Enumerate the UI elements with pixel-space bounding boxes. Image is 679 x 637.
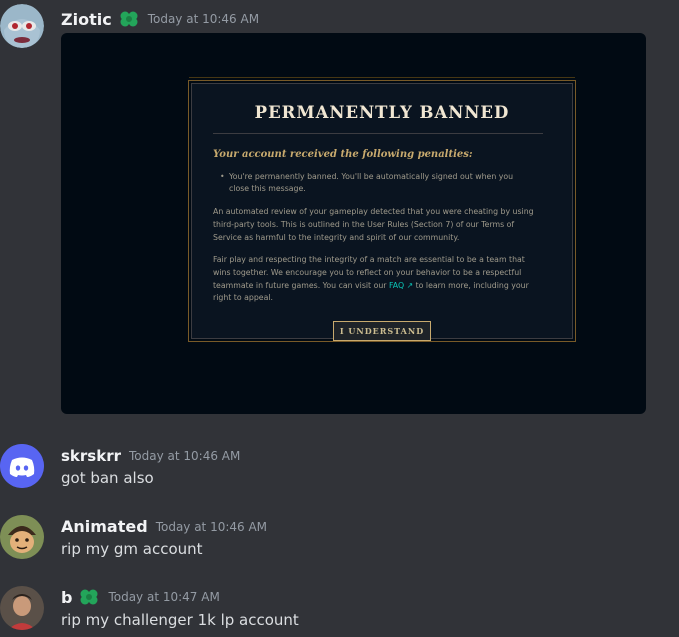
animated-avatar bbox=[0, 515, 44, 559]
penalty-bullet: • You're permanently banned. You'll be a… bbox=[220, 171, 549, 195]
timestamp[interactable]: Today at 10:46 AM bbox=[156, 520, 267, 534]
user-avatar-b[interactable] bbox=[0, 586, 44, 630]
user-avatar-animated[interactable] bbox=[0, 515, 44, 559]
message-b: b Today at 10:47 AM rip my challenger 1k… bbox=[0, 582, 679, 637]
explanation-paragraph: An automated review of your gameplay det… bbox=[213, 206, 549, 244]
faq-link: FAQ ↗ bbox=[389, 280, 414, 290]
b-avatar bbox=[0, 586, 44, 630]
paragraph-line: wins together. We encourage you to refle… bbox=[213, 267, 522, 277]
message-animated: Animated Today at 10:46 AM rip my gm acc… bbox=[0, 511, 679, 571]
ziotic-avatar bbox=[0, 4, 44, 48]
username[interactable]: Animated bbox=[61, 517, 148, 536]
message-text: rip my challenger 1k lp account bbox=[61, 611, 299, 629]
timestamp[interactable]: Today at 10:46 AM bbox=[129, 449, 240, 463]
bullet-line: close this message. bbox=[229, 184, 306, 193]
green-badge-icon[interactable] bbox=[78, 586, 100, 608]
timestamp[interactable]: Today at 10:47 AM bbox=[108, 590, 219, 604]
username[interactable]: skrskrr bbox=[61, 447, 121, 465]
fair-play-paragraph: Fair play and respecting the integrity o… bbox=[213, 254, 549, 305]
dialog-subtitle: Your account received the following pena… bbox=[213, 149, 473, 160]
i-understand-button: I UNDERSTAND bbox=[333, 321, 431, 341]
ban-dialog: PERMANENTLY BANNED Your account received… bbox=[188, 80, 576, 342]
embedded-image[interactable]: PERMANENTLY BANNED Your account received… bbox=[61, 33, 646, 414]
message-skrskrr: skrskrr Today at 10:46 AM got ban also bbox=[0, 440, 679, 500]
paragraph-line: teammate in future games. You can visit … bbox=[213, 280, 549, 293]
green-badge-icon[interactable] bbox=[118, 8, 140, 30]
message-text: got ban also bbox=[61, 469, 154, 487]
message-header: Ziotic Today at 10:46 AM bbox=[61, 8, 259, 30]
discord-default-avatar-icon bbox=[0, 444, 44, 488]
username[interactable]: Ziotic bbox=[61, 10, 112, 29]
paragraph-line: Service as harmful to the integrity and … bbox=[213, 232, 460, 242]
username[interactable]: b bbox=[61, 588, 72, 607]
dialog-title: PERMANENTLY BANNED bbox=[254, 103, 510, 122]
paragraph-line: right to appeal. bbox=[213, 293, 273, 303]
paragraph-line: Fair play and respecting the integrity o… bbox=[213, 255, 525, 264]
dialog-divider bbox=[213, 133, 543, 134]
dialog-frame-line bbox=[189, 77, 575, 78]
bullet-line: You're permanently banned. You'll be aut… bbox=[229, 172, 514, 181]
paragraph-text: to learn more, including your bbox=[415, 280, 529, 290]
message-ziotic: Ziotic Today at 10:46 AM PERMANENTLY BAN… bbox=[0, 0, 679, 420]
paragraph-line: An automated review of your gameplay det… bbox=[213, 207, 534, 216]
user-avatar-skrskrr[interactable] bbox=[0, 444, 44, 488]
paragraph-line: third-party tools. This is outlined in t… bbox=[213, 219, 515, 229]
timestamp[interactable]: Today at 10:46 AM bbox=[148, 12, 259, 26]
user-avatar-ziotic[interactable] bbox=[0, 4, 44, 48]
message-header: b Today at 10:47 AM bbox=[61, 586, 220, 608]
bullet-dot: • bbox=[220, 172, 225, 181]
paragraph-text: teammate in future games. You can visit … bbox=[213, 280, 387, 290]
message-text: rip my gm account bbox=[61, 540, 203, 558]
message-header: Animated Today at 10:46 AM bbox=[61, 517, 267, 536]
message-header: skrskrr Today at 10:46 AM bbox=[61, 447, 240, 465]
